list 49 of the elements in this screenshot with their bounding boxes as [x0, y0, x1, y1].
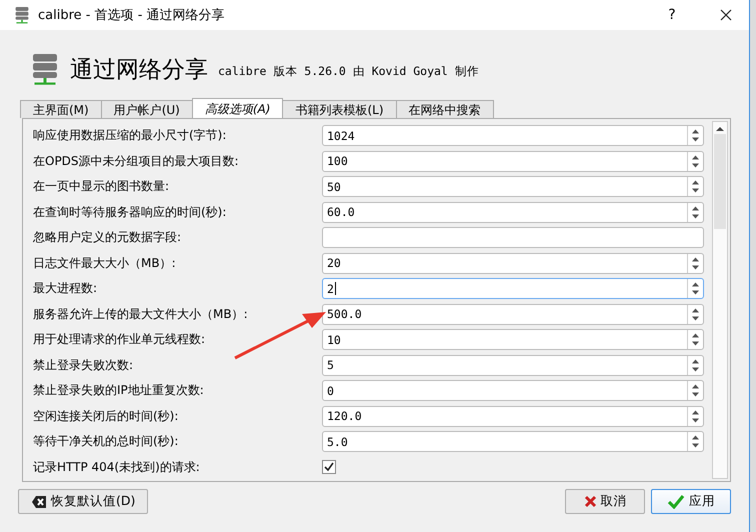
scroll-up-icon[interactable]	[716, 126, 724, 132]
tab[interactable]: 主界面(M)	[20, 100, 102, 118]
option-label: 在OPDS源中未分组项目的最大项目数:	[33, 152, 240, 170]
clear-icon	[31, 494, 47, 508]
apply-button[interactable]: 应用	[651, 489, 731, 514]
option-label: 禁止登录失败次数:	[33, 356, 134, 374]
spin-box[interactable]: 5	[322, 354, 704, 376]
option-label: 响应使用数据压缩的最小尺寸(字节):	[33, 127, 228, 144]
server-icon	[30, 52, 60, 86]
checkbox[interactable]	[322, 460, 336, 474]
scrollbar[interactable]	[712, 121, 728, 479]
spin-box[interactable]: 0	[322, 380, 704, 402]
option-label: 在查询时等待服务器响应的时间(秒):	[33, 204, 228, 221]
option-label: 用于处理请求的作业单元线程数:	[33, 331, 206, 348]
restore-button[interactable]: 恢复默认值(D)	[18, 489, 148, 514]
page-title: 通过网络分享	[70, 56, 208, 84]
spin-box[interactable]: 1024	[322, 125, 704, 146]
help-button[interactable]: ?	[649, 7, 695, 23]
option-label: 禁止登录失败的IP地址重复次数:	[33, 382, 205, 400]
spin-box[interactable]: 10	[322, 329, 704, 350]
option-label: 在一页中显示的图书数量:	[33, 178, 170, 196]
version-text: calibre 版本 5.26.0 由 Kovid Goyal 制作	[218, 64, 479, 78]
cancel-button[interactable]: 取消	[565, 489, 645, 514]
tab[interactable]: 用户帐户(U)	[100, 100, 193, 118]
tab[interactable]: 在网络中搜索	[396, 100, 494, 118]
option-label: 等待干净关机的总时间(秒):	[33, 433, 180, 450]
spin-box[interactable]: 2	[322, 278, 704, 300]
spin-box[interactable]: 5.0	[322, 431, 704, 452]
window-title: calibre - 首选项 - 通过网络分享	[38, 7, 226, 24]
spin-box[interactable]: 20	[322, 252, 704, 274]
app-icon	[14, 6, 30, 24]
option-label: 记录HTTP 404(未找到)的请求:	[33, 458, 201, 476]
option-label: 忽略用户定义的元数据字段:	[33, 229, 182, 246]
spin-box[interactable]: 50	[322, 176, 704, 198]
spin-box[interactable]: 120.0	[322, 406, 704, 427]
option-label: 空闲连接关闭后的时间(秒):	[33, 408, 180, 425]
tab[interactable]: 高级选项(A)	[192, 98, 284, 118]
checkmark-icon	[667, 494, 685, 509]
scrollbar-thumb[interactable]	[714, 134, 726, 229]
tab[interactable]: 书籍列表模板(L)	[282, 100, 397, 118]
close-icon[interactable]	[720, 9, 732, 21]
option-label: 最大进程数:	[33, 280, 98, 298]
option-label: 日志文件最大大小（MB）:	[33, 254, 177, 272]
spin-box[interactable]: 500.0	[322, 304, 704, 325]
spin-box[interactable]: 100	[322, 150, 704, 172]
input-field[interactable]	[322, 227, 704, 248]
cross-icon	[584, 495, 596, 508]
option-label: 服务器允许上传的最大文件大小（MB）:	[33, 306, 249, 323]
spin-box[interactable]: 60.0	[322, 202, 704, 223]
